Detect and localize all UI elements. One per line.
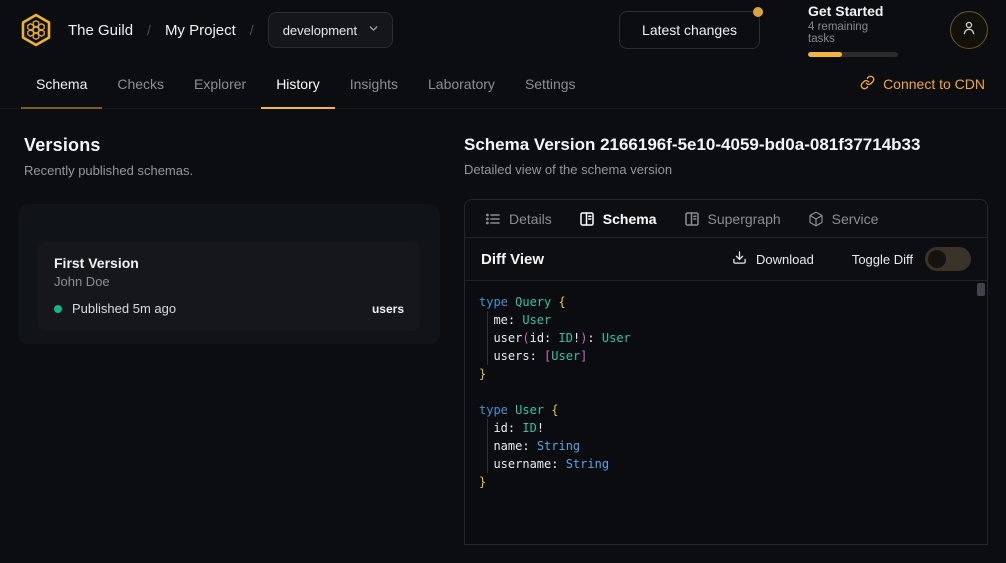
box-icon xyxy=(808,211,824,227)
published-status-dot xyxy=(54,305,62,313)
download-button[interactable]: Download xyxy=(732,250,814,268)
nav-tab-insights[interactable]: Insights xyxy=(335,60,413,109)
version-detail-subtitle: Detailed view of the schema version xyxy=(464,162,988,177)
indent-guide xyxy=(487,311,488,365)
get-started-progress-fill xyxy=(808,52,842,57)
toggle-diff-switch[interactable] xyxy=(925,247,971,271)
environment-selector-value: development xyxy=(283,23,357,38)
connect-to-cdn-link[interactable]: Connect to CDN xyxy=(860,60,985,108)
diff-view-title: Diff View xyxy=(481,251,544,268)
environment-selector[interactable]: development xyxy=(268,12,393,48)
link-icon xyxy=(860,75,875,93)
columns-icon xyxy=(684,211,700,227)
list-icon xyxy=(485,211,501,227)
app-header: The Guild / My Project / development Lat… xyxy=(0,0,1006,60)
toggle-diff-label: Toggle Diff xyxy=(852,252,913,267)
download-icon xyxy=(732,250,747,268)
get-started-progressbar xyxy=(808,52,898,57)
chevron-down-icon xyxy=(367,22,380,38)
version-author: John Doe xyxy=(54,274,404,289)
breadcrumb-separator: / xyxy=(147,22,151,38)
nav-tab-schema[interactable]: Schema xyxy=(21,60,102,109)
service-badge: users xyxy=(372,302,404,316)
version-detail-panel: Schema Version 2166196f-5e10-4059-bd0a-0… xyxy=(464,135,988,545)
breadcrumb-project[interactable]: My Project xyxy=(165,22,236,39)
schema-viewer-panel: Details Schema xyxy=(464,199,988,545)
version-name: First Version xyxy=(54,255,404,271)
code-lines: type Query { me: User user(id: ID!): Use… xyxy=(479,293,973,491)
tab-supergraph[interactable]: Supergraph xyxy=(684,211,781,227)
primary-nav: Schema Checks Explorer History Insights … xyxy=(0,60,1006,109)
nav-tab-laboratory[interactable]: Laboratory xyxy=(413,60,510,109)
user-avatar-button[interactable] xyxy=(950,11,988,49)
diff-view-header: Diff View Download Toggle Diff xyxy=(465,238,987,281)
tab-details[interactable]: Details xyxy=(485,211,552,227)
get-started-subtitle: 4 remaining tasks xyxy=(808,21,898,45)
breadcrumb-org[interactable]: The Guild xyxy=(68,22,133,39)
latest-changes-label: Latest changes xyxy=(642,22,737,38)
toggle-diff-knob xyxy=(928,250,946,268)
version-detail-title: Schema Version 2166196f-5e10-4059-bd0a-0… xyxy=(464,135,988,155)
connect-to-cdn-label: Connect to CDN xyxy=(883,76,985,92)
guild-hive-logo-icon[interactable] xyxy=(18,12,54,48)
versions-subtitle: Recently published schemas. xyxy=(24,163,440,178)
versions-card: First Version John Doe Published 5m ago … xyxy=(18,204,440,344)
tab-service[interactable]: Service xyxy=(808,211,879,227)
breadcrumb: The Guild / My Project / xyxy=(68,22,254,39)
person-icon xyxy=(960,19,978,42)
nav-tab-history[interactable]: History xyxy=(261,60,335,109)
code-viewer: type Query { me: User user(id: ID!): Use… xyxy=(465,281,987,544)
versions-title: Versions xyxy=(24,135,440,156)
get-started-widget[interactable]: Get Started 4 remaining tasks xyxy=(808,3,898,57)
breadcrumb-separator: / xyxy=(250,22,254,38)
main-content: Versions Recently published schemas. Fir… xyxy=(0,109,1006,545)
nav-tab-checks[interactable]: Checks xyxy=(102,60,179,109)
versions-panel: Versions Recently published schemas. Fir… xyxy=(24,135,440,545)
indent-guide xyxy=(487,419,488,473)
notification-dot xyxy=(753,7,763,17)
nav-tab-settings[interactable]: Settings xyxy=(510,60,591,109)
version-list-item[interactable]: First Version John Doe Published 5m ago … xyxy=(38,242,420,331)
columns-icon xyxy=(579,211,595,227)
tab-schema[interactable]: Schema xyxy=(579,211,657,227)
scrollbar-thumb[interactable] xyxy=(977,283,985,296)
download-label: Download xyxy=(756,252,814,267)
version-status: Published 5m ago xyxy=(72,301,176,316)
get-started-title: Get Started xyxy=(808,3,898,19)
detail-tabs: Details Schema xyxy=(465,200,987,238)
nav-tab-explorer[interactable]: Explorer xyxy=(179,60,261,109)
latest-changes-button[interactable]: Latest changes xyxy=(619,11,760,49)
